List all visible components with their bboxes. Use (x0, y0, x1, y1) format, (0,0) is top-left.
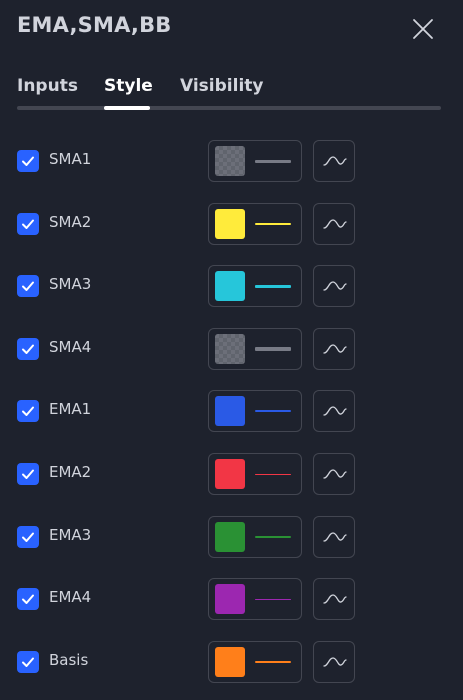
plot-label: EMA4 (49, 588, 92, 607)
plot-label: EMA3 (49, 525, 92, 544)
line-thickness-sample (255, 535, 291, 538)
plot-row-sma2: SMA2 (0, 202, 463, 248)
plot-label: SMA2 (49, 212, 92, 231)
plot-row-sma1: SMA1 (0, 139, 463, 185)
color-swatch (215, 146, 245, 176)
line-style-icon (323, 469, 347, 479)
line-thickness-sample (255, 474, 291, 475)
line-thickness-sample (255, 160, 291, 163)
plot-checkbox[interactable] (17, 212, 39, 235)
color-swatch (215, 396, 245, 427)
checkmark-icon (22, 594, 34, 605)
close-icon[interactable] (410, 16, 436, 42)
plot-checkbox[interactable] (17, 400, 39, 423)
line-style-icon (323, 406, 347, 417)
line-style-icon (323, 531, 347, 542)
line-thickness-sample (255, 660, 291, 663)
plot-row-ema2: EMA2 (0, 452, 463, 498)
tab-inputs[interactable]: Inputs (17, 76, 78, 96)
line-style-icon (323, 218, 347, 229)
line-thickness-sample (255, 285, 291, 289)
plot-row-ema4: EMA4 (0, 577, 463, 623)
color-picker-button[interactable] (208, 390, 302, 433)
checkmark-icon (22, 532, 34, 542)
line-thickness-sample (255, 410, 291, 413)
line-thickness-sample (255, 599, 291, 601)
line-style-icon (323, 657, 347, 667)
line-style-button[interactable] (313, 140, 355, 182)
plot-checkbox[interactable] (17, 337, 39, 360)
line-style-button[interactable] (313, 578, 355, 621)
color-picker-button[interactable] (208, 515, 302, 558)
checkmark-icon (22, 281, 34, 292)
plot-label: SMA4 (49, 337, 92, 356)
tab-active-indicator (104, 106, 150, 110)
plot-checkbox[interactable] (17, 275, 39, 298)
checkmark-icon (22, 344, 34, 354)
plot-row-ema1: EMA1 (0, 389, 463, 435)
line-thickness-sample (255, 222, 291, 225)
checkmark-icon (22, 156, 34, 166)
line-style-button[interactable] (313, 640, 355, 683)
checkmark-icon (22, 469, 34, 479)
plot-checkbox[interactable] (17, 463, 39, 485)
plot-row-basis: Basis (0, 640, 463, 686)
plot-label: EMA2 (49, 463, 92, 481)
plot-checkbox[interactable] (17, 525, 39, 548)
line-style-icon (323, 156, 347, 166)
color-swatch (215, 459, 245, 489)
color-picker-button[interactable] (208, 202, 302, 245)
plot-checkbox[interactable] (17, 588, 39, 611)
line-style-button[interactable] (313, 390, 355, 433)
plot-row-ema3: EMA3 (0, 515, 463, 561)
color-swatch (215, 584, 245, 615)
line-style-button[interactable] (313, 515, 355, 558)
color-swatch (215, 521, 245, 552)
color-swatch (215, 208, 245, 239)
dialog-header: EMA,SMA,BB (0, 0, 463, 62)
line-style-icon (323, 281, 347, 291)
line-style-icon (323, 594, 347, 604)
line-style-icon (323, 344, 347, 354)
color-swatch (215, 333, 245, 364)
line-style-button[interactable] (313, 202, 355, 245)
plot-row-sma4: SMA4 (0, 327, 463, 373)
color-picker-button[interactable] (208, 265, 302, 308)
line-thickness-sample (255, 346, 291, 351)
color-swatch (215, 271, 245, 302)
color-picker-button[interactable] (208, 578, 302, 621)
plot-checkbox[interactable] (17, 650, 39, 673)
tab-visibility[interactable]: Visibility (180, 76, 264, 96)
plot-row-sma3: SMA3 (0, 264, 463, 310)
checkmark-icon (22, 219, 34, 229)
line-style-button[interactable] (313, 265, 355, 308)
plot-label: EMA1 (49, 400, 92, 419)
plot-checkbox[interactable] (17, 150, 39, 172)
checkmark-icon (22, 406, 34, 417)
plot-label: SMA1 (49, 150, 92, 168)
checkmark-icon (22, 657, 34, 667)
line-style-button[interactable] (313, 327, 355, 370)
line-style-button[interactable] (313, 453, 355, 495)
plot-label: SMA3 (49, 275, 92, 294)
color-picker-button[interactable] (208, 140, 302, 182)
color-picker-button[interactable] (208, 327, 302, 370)
dialog-title: EMA,SMA,BB (17, 13, 172, 37)
color-picker-button[interactable] (208, 640, 302, 683)
tab-track (17, 106, 441, 110)
color-picker-button[interactable] (208, 453, 302, 495)
tab-style[interactable]: Style (104, 76, 153, 96)
color-swatch (215, 646, 245, 677)
plot-label: Basis (49, 650, 89, 669)
